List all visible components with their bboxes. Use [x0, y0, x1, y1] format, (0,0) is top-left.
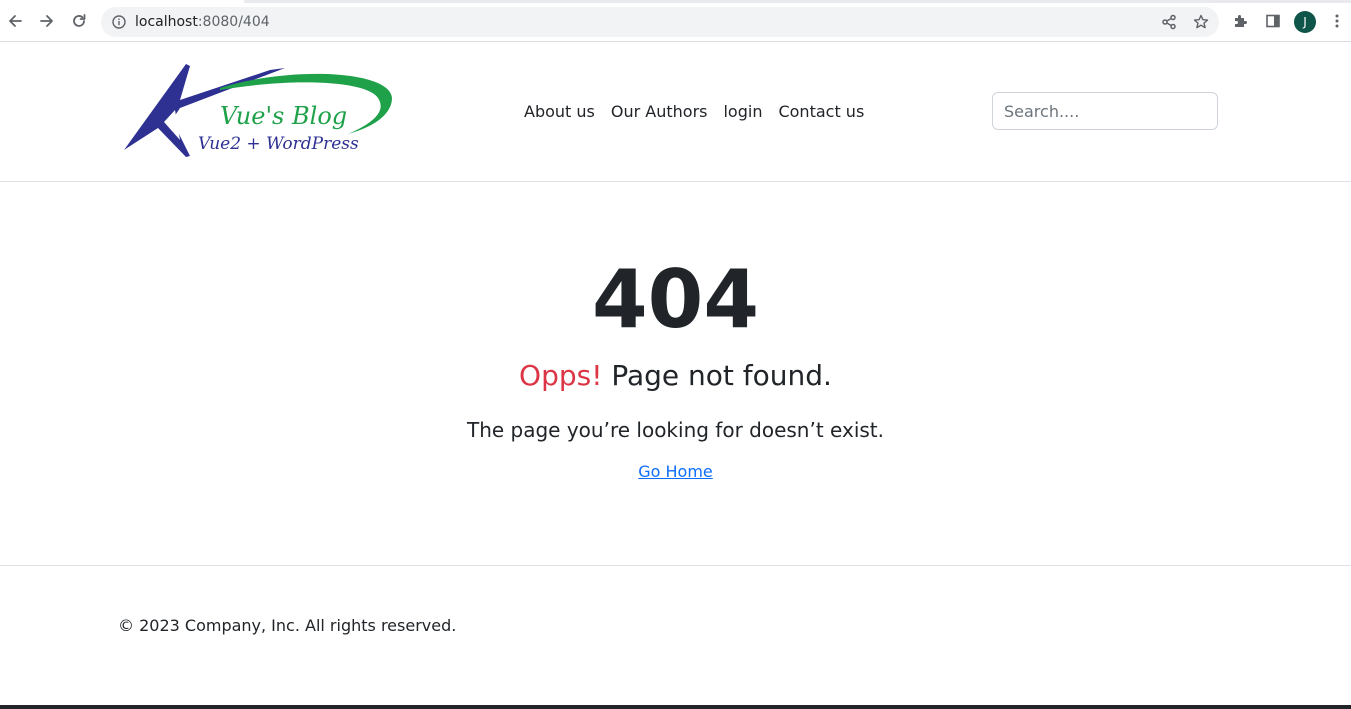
home-link-wrapper: Go Home	[0, 461, 1351, 483]
nav-item-about-us[interactable]: About us	[516, 100, 603, 124]
copyright-text: © 2023 Company, Inc. All rights reserved…	[118, 616, 457, 635]
bottom-bar	[0, 705, 1351, 709]
side-panel-button[interactable]	[1260, 8, 1286, 34]
site-logo[interactable]: Vue's Blog Vue2 + WordPress	[120, 60, 396, 162]
nav-item-our-authors[interactable]: Our Authors	[603, 100, 716, 124]
star-icon[interactable]	[1191, 12, 1211, 32]
error-headline: Opps! Page not found.	[0, 358, 1351, 394]
extensions-icon	[1235, 15, 1247, 27]
info-icon[interactable]	[111, 14, 127, 30]
search-input[interactable]	[992, 92, 1218, 130]
go-home-link[interactable]: Go Home	[638, 462, 713, 481]
not-found-section: 404 Opps! Page not found. The page you’r…	[0, 182, 1351, 565]
loading-bar	[244, 0, 1351, 3]
forward-button[interactable]	[34, 8, 60, 34]
reload-button[interactable]	[66, 8, 92, 34]
error-headline-accent: Opps!	[519, 359, 603, 392]
profile-avatar[interactable]: J	[1294, 11, 1316, 33]
nav-item-login[interactable]: login	[715, 100, 770, 124]
side-panel-icon	[1266, 14, 1280, 28]
menu-icon	[1335, 14, 1339, 28]
forward-icon	[40, 15, 53, 27]
error-headline-text: Page not found.	[611, 359, 832, 392]
site-footer: © 2023 Company, Inc. All rights reserved…	[0, 565, 1351, 705]
browser-menu-button[interactable]	[1324, 8, 1350, 34]
url-text: localhost:8080/404	[135, 14, 270, 30]
logo-subtitle: Vue2 + WordPress	[198, 134, 359, 154]
url-host: localhost	[135, 14, 198, 30]
back-icon	[9, 15, 22, 27]
main-nav: About us Our Authors login Contact us	[516, 100, 872, 124]
error-code: 404	[592, 253, 759, 346]
reload-icon	[73, 14, 86, 27]
logo-title: Vue's Blog	[220, 102, 347, 130]
extensions-button[interactable]	[1228, 8, 1254, 34]
site-header: Vue's Blog Vue2 + WordPress About us Our…	[0, 42, 1351, 182]
nav-item-contact-us[interactable]: Contact us	[770, 100, 872, 124]
back-button[interactable]	[2, 8, 28, 34]
address-bar[interactable]: localhost:8080/404	[101, 7, 1219, 37]
browser-toolbar: localhost:8080/404 J	[0, 0, 1351, 42]
error-description: The page you’re looking for doesn’t exis…	[466, 418, 885, 442]
url-path: :8080/404	[197, 14, 270, 30]
share-icon[interactable]	[1159, 12, 1179, 32]
